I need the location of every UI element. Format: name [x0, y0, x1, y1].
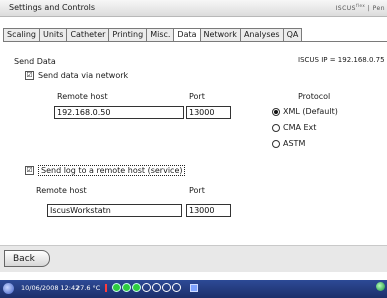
send-via-network-checkbox[interactable]: ☑ Send data via network — [25, 71, 128, 80]
radio-empty-icon — [272, 139, 280, 148]
checkmark-icon: ☑ — [25, 166, 34, 175]
tab-printing[interactable]: Printing — [108, 28, 147, 42]
tab-qa[interactable]: QA — [282, 28, 303, 42]
log-remote-host-label: Remote host — [36, 186, 87, 195]
port-label: Port — [189, 92, 205, 101]
start-orb-icon[interactable] — [3, 283, 14, 294]
tab-analyses[interactable]: Analyses — [239, 28, 283, 42]
log-port-input[interactable] — [186, 204, 231, 217]
taskbar-temperature: 27.6 °C — [76, 284, 101, 292]
log-port-label: Port — [189, 186, 205, 195]
send-data-heading: Send Data — [14, 57, 56, 66]
radio-selected-icon — [272, 107, 280, 116]
tab-catheter[interactable]: Catheter — [66, 28, 109, 42]
title-bar: Settings and Controls ISCUSflex | Pen — [0, 0, 387, 17]
tab-scaling[interactable]: Scaling — [3, 28, 39, 42]
remote-host-label: Remote host — [57, 92, 108, 101]
settings-window: Settings and Controls ISCUSflex | Pen Sc… — [0, 0, 387, 298]
send-via-network-label: Send data via network — [38, 71, 129, 80]
send-log-label: Send log to a remote host (service) — [38, 165, 186, 176]
status-dot-icon — [152, 283, 161, 292]
window-title: Settings and Controls — [9, 3, 96, 12]
status-dot-icon — [172, 283, 181, 292]
status-dots-icon — [112, 283, 181, 292]
status-dot-icon — [122, 283, 131, 292]
tab-bar: Scaling Units Catheter Printing Misc. Da… — [3, 28, 303, 43]
green-orb-icon — [376, 282, 385, 291]
network-icon[interactable] — [190, 284, 198, 292]
iscus-ip-label: ISCUS IP = 192.168.0.75 — [298, 56, 385, 64]
tab-network[interactable]: Network — [199, 28, 240, 42]
brand-logo: ISCUSflex | Pen — [335, 3, 385, 12]
protocol-option-label: CMA Ext — [283, 123, 317, 132]
checkmark-icon: ☑ — [25, 71, 34, 80]
warning-icon — [105, 284, 107, 292]
remote-host-input[interactable] — [54, 106, 184, 119]
status-dot-icon — [132, 283, 141, 292]
protocol-option-cma-ext[interactable]: CMA Ext — [272, 123, 316, 132]
protocol-option-xml[interactable]: XML (Default) — [272, 107, 338, 116]
port-input[interactable] — [186, 106, 231, 119]
protocol-label: Protocol — [298, 92, 331, 101]
send-log-checkbox[interactable]: ☑ Send log to a remote host (service) — [25, 165, 186, 176]
tab-misc[interactable]: Misc. — [146, 28, 174, 42]
taskbar-datetime: 10/06/2008 12:42 — [21, 284, 80, 292]
tab-units[interactable]: Units — [38, 28, 67, 42]
log-remote-host-input[interactable] — [47, 204, 182, 217]
status-dot-icon — [162, 283, 171, 292]
back-button[interactable]: Back — [4, 250, 50, 267]
protocol-option-label: ASTM — [283, 139, 306, 148]
status-dot-icon — [112, 283, 121, 292]
protocol-option-label: XML (Default) — [283, 107, 338, 116]
taskbar: 10/06/2008 12:42 27.6 °C — [0, 280, 387, 298]
status-dot-icon — [142, 283, 151, 292]
radio-empty-icon — [272, 123, 280, 132]
footer-bar — [0, 245, 387, 272]
protocol-option-astm[interactable]: ASTM — [272, 139, 305, 148]
